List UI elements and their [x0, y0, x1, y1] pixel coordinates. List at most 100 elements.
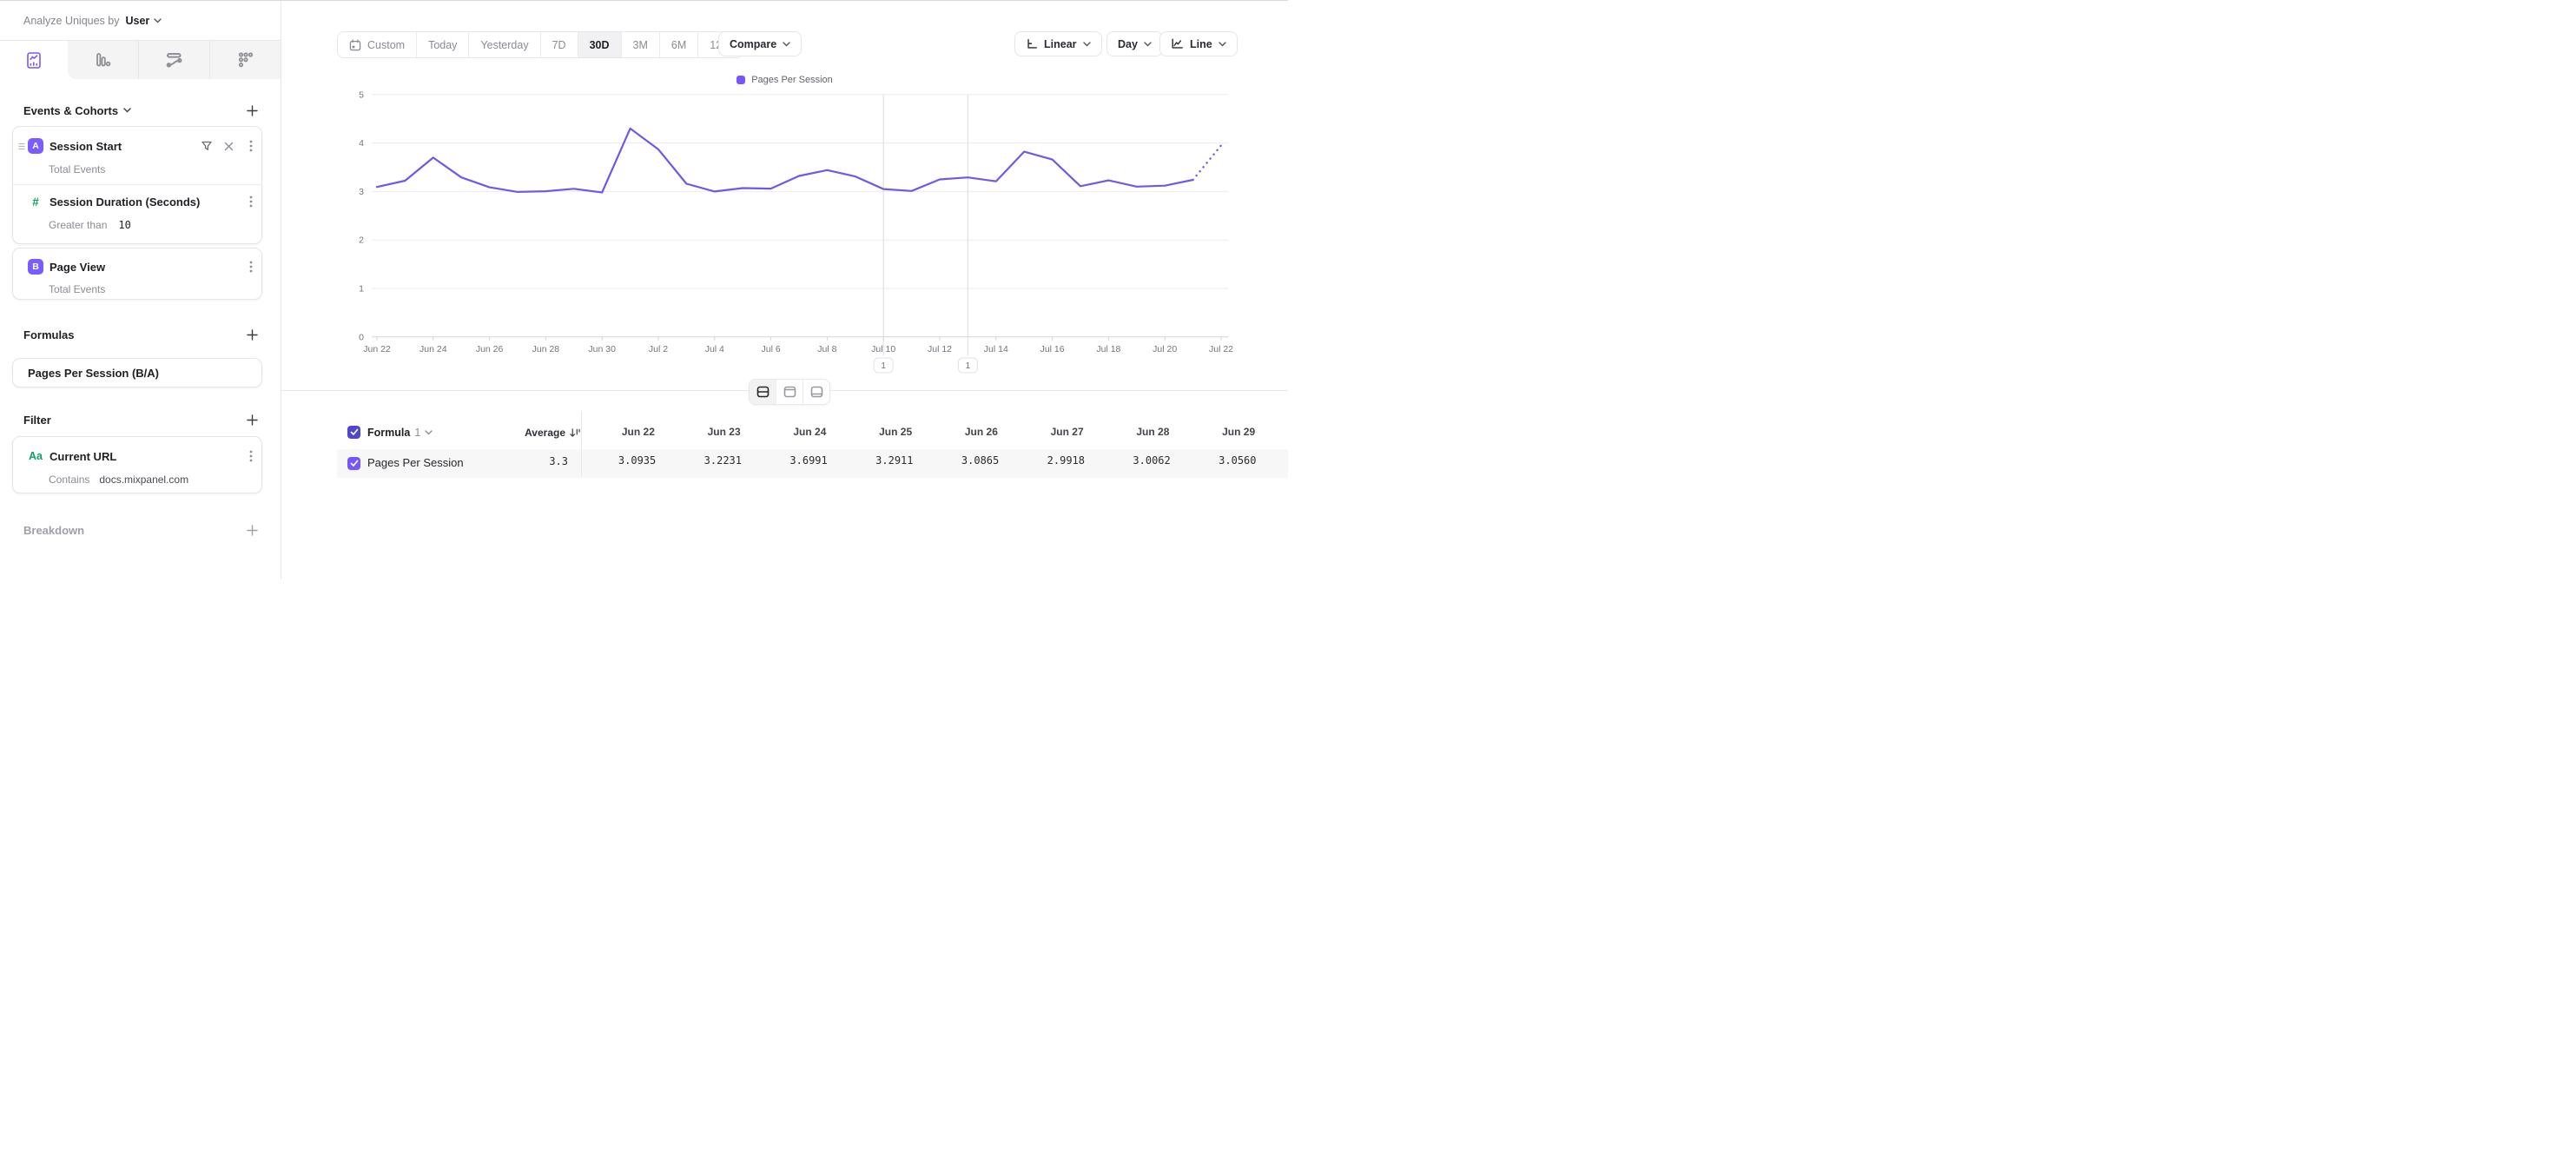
table-col-header[interactable]: Jun 25 — [853, 426, 939, 438]
select-all-checkbox[interactable] — [347, 426, 360, 439]
event-name[interactable]: Page View — [50, 261, 105, 274]
annotation-badge-label: 1 — [881, 361, 886, 371]
x-tick-label: Jul 16 — [1040, 344, 1065, 354]
y-tick-label: 4 — [359, 138, 364, 149]
table-col-header[interactable]: Jun 27 — [1024, 426, 1110, 438]
chevron-down-icon — [123, 108, 131, 113]
x-tick-label: Jul 14 — [984, 344, 1008, 354]
formula-card[interactable]: Pages Per Session (B/A) — [12, 358, 262, 387]
table-cell-value: 3.0935 — [596, 454, 682, 467]
add-formula-button[interactable] — [247, 329, 258, 341]
x-tick-label: Jun 22 — [363, 344, 391, 354]
flows-icon — [165, 51, 183, 69]
close-icon[interactable] — [221, 138, 236, 154]
view-layout-toggle — [749, 379, 830, 405]
add-breakdown-button[interactable] — [247, 525, 258, 536]
property-value[interactable]: 10 — [118, 219, 130, 231]
formulas-header: Formulas — [23, 326, 258, 343]
drag-handle-icon[interactable] — [18, 142, 25, 150]
table-col-header[interactable]: Jun 28 — [1110, 426, 1196, 438]
tab-funnels[interactable] — [68, 41, 138, 79]
breakdown-title: Breakdown — [23, 524, 84, 537]
event-measure[interactable]: Total Events — [49, 281, 253, 297]
bar-chart-icon — [95, 51, 112, 69]
x-tick-label: Jun 26 — [476, 344, 504, 354]
kebab-menu-icon[interactable] — [243, 259, 259, 275]
x-tick-label: Jul 20 — [1153, 344, 1177, 354]
formula-name: Pages Per Session (B/A) — [28, 367, 159, 380]
series-line — [377, 129, 1193, 193]
inactive-tabs-group — [68, 41, 281, 79]
filter-row-current-url[interactable]: Aa Current URL — [13, 444, 261, 468]
table-cell-value: 2.9918 — [1024, 454, 1110, 467]
analyze-by-bar: Analyze Uniques by User — [0, 1, 281, 41]
table-view-button[interactable] — [803, 380, 829, 404]
chart-view-button[interactable] — [776, 380, 803, 404]
filter-value[interactable]: docs.mixpanel.com — [99, 474, 188, 486]
formulas-title: Formulas — [23, 328, 75, 341]
event-name[interactable]: Session Start — [50, 140, 122, 153]
event-row-session-start[interactable]: A Session Start — [13, 134, 261, 158]
event-card-session-start: A Session Start Total Events # Session D… — [12, 126, 262, 244]
table-cell-value: 3.0560 — [1196, 454, 1282, 467]
event-measure[interactable]: Total Events — [49, 162, 253, 177]
add-event-button[interactable] — [247, 105, 258, 116]
split-view-button[interactable] — [750, 380, 776, 404]
event-measure-label: Total Events — [49, 163, 105, 176]
numeric-property-icon: # — [28, 195, 43, 209]
events-cohorts-title-wrap[interactable]: Events & Cohorts — [23, 104, 131, 117]
table-col-header[interactable]: Jun 29 — [1196, 426, 1282, 438]
analyze-by-label: Analyze Uniques by — [23, 15, 119, 27]
filter-header: Filter — [23, 411, 258, 428]
property-row-session-duration[interactable]: # Session Duration (Seconds) — [13, 191, 261, 212]
property-name[interactable]: Session Duration (Seconds) — [50, 195, 200, 209]
property-operator[interactable]: Greater than — [49, 219, 107, 231]
y-tick-label: 5 — [359, 89, 364, 100]
string-property-icon: Aa — [28, 450, 43, 462]
table-cell-value: 3.0865 — [939, 454, 1025, 467]
x-tick-label: Jul 6 — [762, 344, 781, 354]
event-row-page-view[interactable]: B Page View — [13, 255, 261, 278]
table-col-header[interactable]: Jun 23 — [681, 426, 767, 438]
insights-report-page: Analyze Uniques by User — [0, 0, 1288, 580]
event-letter-badge: B — [28, 259, 43, 275]
report-main-area: CustomTodayYesterday7D30D3M6M12M Compare… — [281, 1, 1288, 580]
row-checkbox[interactable] — [347, 457, 360, 470]
filter-property-name[interactable]: Current URL — [50, 450, 116, 463]
y-tick-label: 1 — [359, 284, 364, 295]
filter-card-current-url: Aa Current URL Contains docs.mixpanel.co… — [12, 436, 262, 493]
x-tick-label: Jul 10 — [871, 344, 895, 354]
property-condition: Greater than 10 — [49, 217, 253, 233]
insights-icon — [25, 51, 43, 70]
events-cohorts-title: Events & Cohorts — [23, 104, 118, 117]
y-tick-label: 0 — [359, 332, 364, 342]
filter-funnel-icon[interactable] — [199, 138, 215, 154]
table-col-header[interactable]: Jun 22 — [596, 426, 682, 438]
series-line-projected — [1193, 145, 1221, 180]
annotation-badge-label: 1 — [966, 361, 971, 371]
x-tick-label: Jun 24 — [419, 344, 447, 354]
event-card-page-view: B Page View Total Events — [12, 248, 262, 300]
table-col-header[interactable]: Jun 24 — [767, 426, 853, 438]
table-cell-value: 3.6991 — [767, 454, 853, 467]
kebab-menu-icon[interactable] — [243, 194, 259, 209]
tab-flows[interactable] — [138, 41, 209, 79]
x-tick-label: Jul 2 — [649, 344, 668, 354]
average-header-label: Average — [525, 427, 565, 439]
line-chart[interactable]: 012345Jun 22Jun 24Jun 26Jun 28Jun 30Jul … — [281, 1, 1288, 409]
card-divider — [13, 184, 261, 185]
tab-retention[interactable] — [209, 41, 281, 79]
table-col-header[interactable]: Jun 26 — [939, 426, 1025, 438]
query-builder-sidebar: Analyze Uniques by User — [0, 1, 281, 580]
report-type-tabs — [0, 41, 281, 79]
kebab-menu-icon[interactable] — [243, 138, 259, 154]
event-measure-label: Total Events — [49, 283, 105, 295]
average-column-header[interactable]: Average — [403, 427, 580, 439]
analyze-by-value[interactable]: User — [125, 15, 149, 27]
kebab-menu-icon[interactable] — [243, 448, 259, 464]
retention-icon — [237, 51, 254, 69]
x-tick-label: Jun 28 — [532, 344, 560, 354]
tab-insights[interactable] — [0, 41, 68, 79]
add-filter-button[interactable] — [247, 414, 258, 426]
filter-operator[interactable]: Contains — [49, 474, 89, 486]
